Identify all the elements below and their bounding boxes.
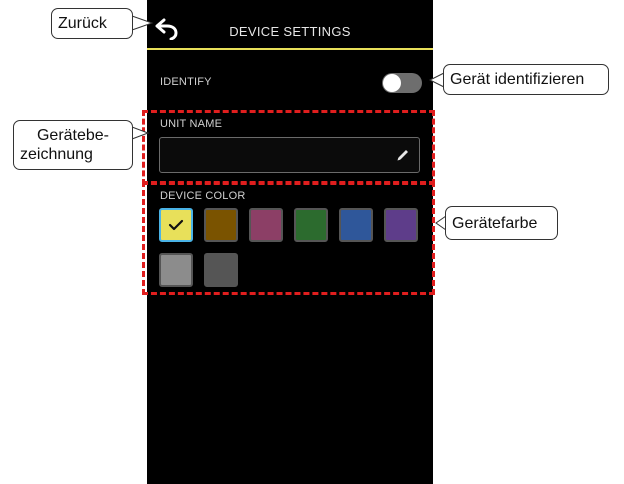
callout-back-text: Zurück — [58, 15, 107, 32]
callout-unit-name-line2: zeichnung — [20, 146, 93, 163]
callout-device-color-text: Gerätefarbe — [452, 214, 538, 232]
callout-identify: Gerät identifizieren — [443, 64, 609, 95]
callout-device-color: Gerätefarbe — [445, 206, 558, 240]
callout-identify-text: Gerät identifizieren — [450, 71, 585, 88]
callout-unit-name-line1: Gerätebe- — [36, 127, 110, 144]
callout-unit-name: Gerätebe- zeichnung — [13, 120, 133, 170]
callout-back: Zurück — [51, 8, 133, 39]
